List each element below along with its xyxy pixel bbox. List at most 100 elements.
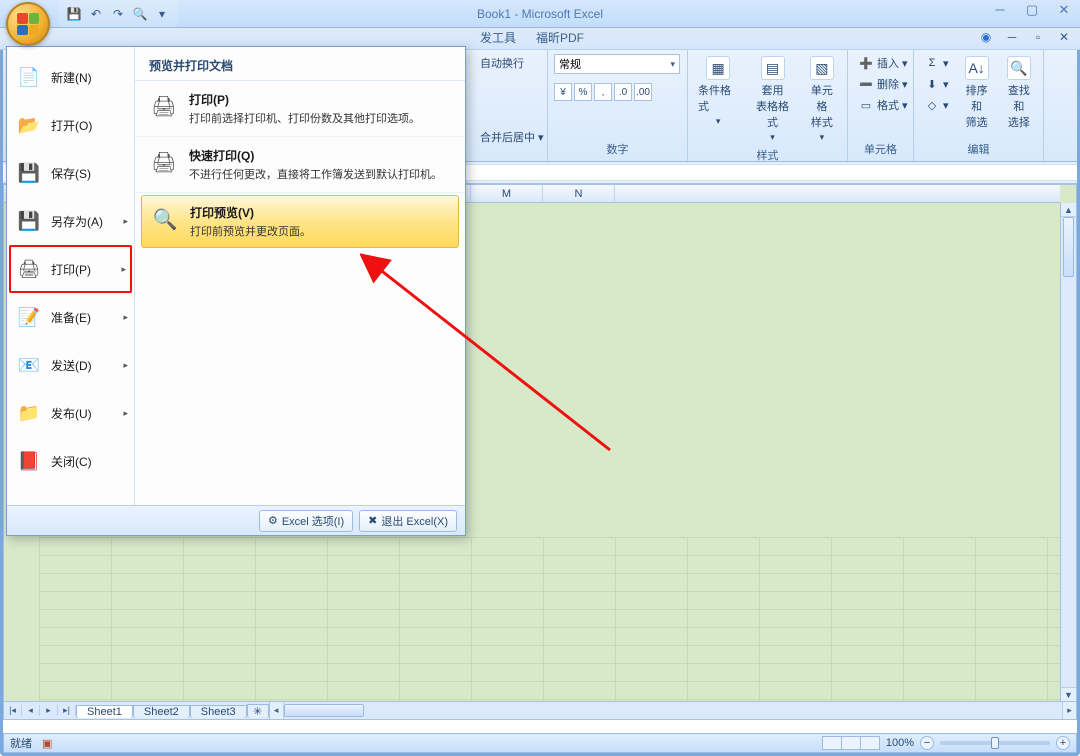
group-label-editing: 编辑 <box>920 139 1037 159</box>
normal-view-button[interactable] <box>822 736 842 750</box>
scroll-up-button[interactable]: ▲ <box>1061 203 1076 217</box>
print-preview-icon: 🔍 <box>150 204 180 234</box>
tab-foxit[interactable]: 福昕PDF <box>526 26 594 49</box>
number-format-combo[interactable]: 常规▾ <box>554 54 680 74</box>
sort-filter-button[interactable]: A↓排序和 筛选 <box>959 54 995 132</box>
page-break-view-button[interactable] <box>860 736 880 750</box>
column-header[interactable]: M <box>471 185 543 202</box>
group-label-cells: 单元格 <box>854 139 907 159</box>
sheet-tab-1[interactable]: Sheet1 <box>76 705 133 718</box>
close-button[interactable]: ✕ <box>1054 2 1074 18</box>
exit-icon: ✖ <box>368 514 377 527</box>
menu-publish[interactable]: 📁发布(U)▸ <box>9 389 132 437</box>
next-sheet-button[interactable]: ▸ <box>40 705 58 716</box>
sheet-tab-2[interactable]: Sheet2 <box>133 705 190 718</box>
scroll-down-button[interactable]: ▼ <box>1061 687 1076 701</box>
insert-cells-button[interactable]: ➕插入 ▾ <box>854 54 912 72</box>
zoom-slider[interactable] <box>940 741 1050 745</box>
ribbon-restore-button[interactable]: ▫ <box>1030 30 1046 44</box>
sheet-tab-bar: |◂ ◂ ▸ ▸| Sheet1 Sheet2 Sheet3 ✳ <box>4 702 269 719</box>
increase-decimal-button[interactable]: .0 <box>614 83 632 101</box>
office-menu-left: 📄新建(N) 📂打开(O) 💾保存(S) 💾另存为(A)▸ 🖨打印(P)▸ 📝准… <box>7 47 135 505</box>
tab-developer[interactable]: 发工具 <box>470 26 526 49</box>
menu-save[interactable]: 💾保存(S) <box>9 149 132 197</box>
fill-button[interactable]: ⬇▾ <box>920 75 953 93</box>
menu-save-as[interactable]: 💾另存为(A)▸ <box>9 197 132 245</box>
format-icon: ▭ <box>858 97 874 113</box>
cell-styles-icon: ▧ <box>810 56 834 80</box>
decrease-decimal-button[interactable]: .00 <box>634 83 652 101</box>
save-menu-icon: 💾 <box>15 159 43 187</box>
vscroll-thumb[interactable] <box>1063 217 1074 277</box>
prev-sheet-button[interactable]: ◂ <box>22 705 40 716</box>
find-select-button[interactable]: 🔍查找和 选择 <box>1001 54 1037 132</box>
scroll-left-button[interactable]: ◂ <box>270 702 284 719</box>
office-menu-right: 预览并打印文档 🖨 打印(P)打印前选择打印机、打印份数及其他打印选项。 🖨 快… <box>135 47 465 505</box>
status-bar: 就绪 ▣ 100% − + <box>3 733 1077 753</box>
save-icon[interactable]: 💾 <box>66 6 82 22</box>
exit-excel-button[interactable]: ✖退出 Excel(X) <box>359 510 457 532</box>
open-icon: 📂 <box>15 111 43 139</box>
ribbon-close-button[interactable]: ✕ <box>1056 30 1072 44</box>
submenu-print-preview[interactable]: 🔍 打印预览(V)打印前预览并更改页面。 <box>141 195 459 248</box>
menu-print[interactable]: 🖨打印(P)▸ <box>9 245 132 293</box>
new-icon: 📄 <box>15 63 43 91</box>
zoom-in-button[interactable]: + <box>1056 736 1070 750</box>
qat-dropdown-icon[interactable]: ▾ <box>154 6 170 22</box>
delete-cells-button[interactable]: ➖删除 ▾ <box>854 75 912 93</box>
hscroll-thumb[interactable] <box>284 704 364 717</box>
column-header[interactable]: N <box>543 185 615 202</box>
chevron-right-icon: ▸ <box>121 264 126 275</box>
page-layout-view-button[interactable] <box>841 736 861 750</box>
maximize-button[interactable]: ▢ <box>1022 2 1042 18</box>
first-sheet-button[interactable]: |◂ <box>4 705 22 716</box>
sheet-tab-3[interactable]: Sheet3 <box>190 705 247 718</box>
cell-styles-button[interactable]: ▧单元格 样式▾ <box>803 54 841 145</box>
view-buttons[interactable] <box>823 736 880 750</box>
ribbon-minimize-button[interactable]: ─ <box>1004 30 1020 44</box>
preview-icon[interactable]: 🔍 <box>132 6 148 22</box>
group-label-styles: 样式 <box>694 145 841 165</box>
help-icon[interactable]: ◉ <box>978 30 994 44</box>
group-label-align <box>476 155 541 159</box>
office-button[interactable] <box>6 2 50 46</box>
zoom-out-button[interactable]: − <box>920 736 934 750</box>
excel-options-button[interactable]: ⚙Excel 选项(I) <box>259 510 353 532</box>
format-cells-button[interactable]: ▭格式 ▾ <box>854 96 912 114</box>
menu-prepare[interactable]: 📝准备(E)▸ <box>9 293 132 341</box>
conditional-format-button[interactable]: ▦条件格式▾ <box>694 54 742 129</box>
zoom-level[interactable]: 100% <box>886 737 914 749</box>
autosum-button[interactable]: Σ▾ <box>920 54 953 72</box>
sigma-icon: Σ <box>924 55 940 71</box>
horizontal-scrollbar[interactable]: ◂ ▸ <box>269 702 1076 719</box>
menu-send[interactable]: 📧发送(D)▸ <box>9 341 132 389</box>
redo-icon[interactable]: ↷ <box>110 6 126 22</box>
submenu-print[interactable]: 🖨 打印(P)打印前选择打印机、打印份数及其他打印选项。 <box>135 81 465 137</box>
new-sheet-button[interactable]: ✳ <box>247 704 269 718</box>
menu-close[interactable]: 📕关闭(C) <box>9 437 132 485</box>
window-title: Book1 - Microsoft Excel <box>477 7 603 21</box>
submenu-quick-print[interactable]: 🖨 快速打印(Q)不进行任何更改，直接将工作簿发送到默认打印机。 <box>135 137 465 193</box>
vertical-scrollbar[interactable]: ▲ ▼ <box>1060 203 1076 701</box>
title-bar: 💾 ↶ ↷ 🔍 ▾ Book1 - Microsoft Excel ─ ▢ ✕ <box>0 0 1080 28</box>
menu-new[interactable]: 📄新建(N) <box>9 53 132 101</box>
currency-button[interactable]: ¥ <box>554 83 572 101</box>
macro-record-icon[interactable]: ▣ <box>42 737 52 750</box>
quick-access-toolbar: 💾 ↶ ↷ 🔍 ▾ <box>58 0 178 27</box>
conditional-format-icon: ▦ <box>706 56 730 80</box>
comma-button[interactable]: , <box>594 83 612 101</box>
menu-open[interactable]: 📂打开(O) <box>9 101 132 149</box>
print-icon: 🖨 <box>15 255 43 283</box>
clear-button[interactable]: ◇▾ <box>920 96 953 114</box>
table-format-button[interactable]: ▤套用 表格格式▾ <box>748 54 796 145</box>
percent-button[interactable]: % <box>574 83 592 101</box>
publish-icon: 📁 <box>15 399 43 427</box>
table-format-icon: ▤ <box>761 56 785 80</box>
merge-center-button[interactable]: 合并后居中 ▾ <box>476 128 548 146</box>
undo-icon[interactable]: ↶ <box>88 6 104 22</box>
wrap-text-button[interactable]: 自动换行 <box>476 54 528 72</box>
last-sheet-button[interactable]: ▸| <box>58 705 76 716</box>
scroll-right-button[interactable]: ▸ <box>1062 702 1076 719</box>
minimize-button[interactable]: ─ <box>990 2 1010 18</box>
insert-icon: ➕ <box>858 55 874 71</box>
